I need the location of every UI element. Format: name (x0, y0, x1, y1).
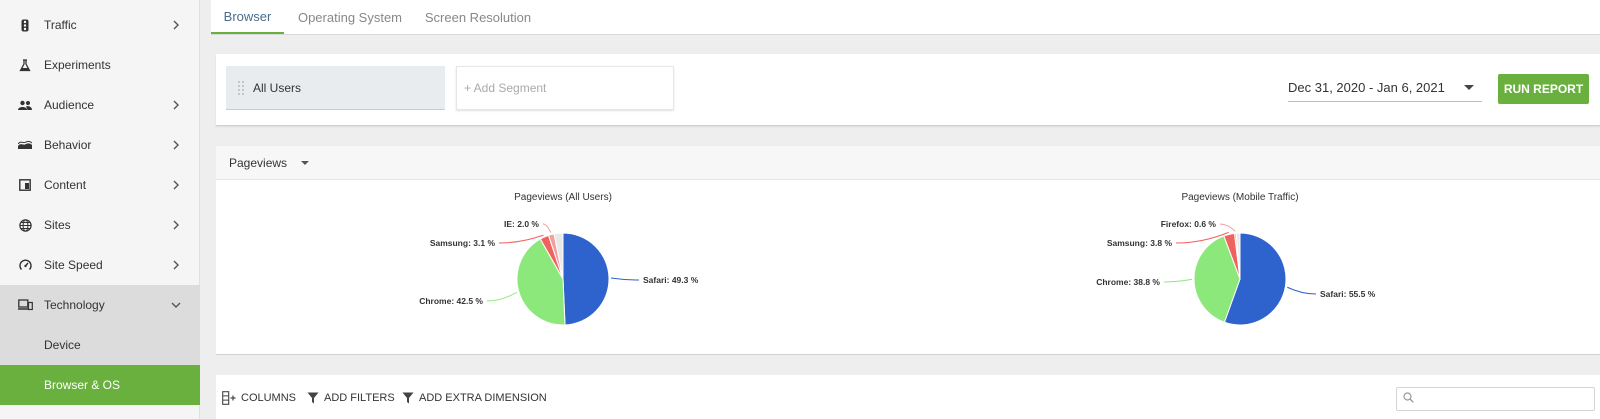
sidebar-item-traffic[interactable]: Traffic (0, 5, 200, 45)
people-icon (16, 96, 34, 114)
chevron-right-icon (166, 260, 186, 270)
sidebar-item-audience[interactable]: Audience (0, 85, 200, 125)
sidebar-item-sites[interactable]: Sites (0, 205, 200, 245)
metric-selector-label: Pageviews (229, 155, 288, 170)
slice-label: Samsung: 3.8 % (1107, 238, 1173, 248)
devices-icon (16, 296, 34, 314)
chart-title: Pageviews (All Users) (514, 192, 612, 203)
sidebar-item-label: Technology (44, 298, 105, 312)
slice-connector (1163, 278, 1193, 283)
add-extra-dimension-label: ADD EXTRA DIMENSION (419, 392, 547, 404)
columns-icon (222, 391, 236, 405)
table-search-input[interactable] (1396, 387, 1595, 411)
sidebar-item-label: Site Speed (44, 258, 103, 272)
run-report-button[interactable]: RUN REPORT (1498, 74, 1589, 104)
sidebar-item-behavior[interactable]: Behavior (0, 125, 200, 165)
report-tabs: Browser Operating System Screen Resoluti… (211, 0, 1600, 35)
sidebar: Traffic Experiments Audience Behavior Co… (0, 0, 200, 419)
sidebar-item-label: Sites (44, 218, 71, 232)
slice-label: Safari: 49.3 % (643, 275, 699, 285)
slice-label: IE: 2.0 % (504, 219, 539, 229)
add-filters-button[interactable]: ADD FILTERS (307, 389, 395, 407)
flask-icon (16, 56, 34, 74)
add-filters-label: ADD FILTERS (324, 392, 395, 404)
metric-selector[interactable]: Pageviews (216, 146, 1600, 180)
slice-connector (1219, 223, 1236, 232)
tab-screen-resolution[interactable]: Screen Resolution (422, 0, 534, 34)
columns-label: COLUMNS (241, 392, 297, 404)
slice-connector (1287, 286, 1317, 295)
chevron-down-icon (166, 301, 186, 309)
caret-down-icon (1464, 85, 1474, 90)
add-extra-dimension-button[interactable]: ADD EXTRA DIMENSION (402, 389, 547, 407)
table-toolbar: COLUMNS ADD FILTERS ADD EXTRA DIMENSION (216, 375, 1600, 419)
slice-connector (486, 291, 518, 302)
slice-label: Safari: 55.5 % (1320, 289, 1376, 299)
pie-chart: Pageviews (Mobile Traffic) Safari: 55.5 %… (1096, 192, 1376, 326)
slice-label: Samsung: 3.1 % (430, 238, 496, 248)
columns-button[interactable]: COLUMNS (222, 389, 296, 407)
sidebar-item-label: Audience (44, 98, 95, 112)
slice-connector (610, 277, 640, 281)
chevron-right-icon (166, 220, 186, 230)
add-segment-button[interactable]: + Add Segment (456, 66, 674, 110)
slice-label: Firefox: 0.6 % (1161, 219, 1217, 229)
sidebar-item-content[interactable]: Content (0, 165, 200, 205)
chevron-right-icon (166, 140, 186, 150)
chart-title: Pageviews (Mobile Traffic) (1181, 192, 1298, 203)
sidebar-subitem-browser-os[interactable]: Browser & OS (0, 365, 200, 405)
date-range-value: Dec 31, 2020 - Jan 6, 2021 (1288, 80, 1445, 95)
filter-icon (307, 392, 319, 404)
pie-chart: Pageviews (All Users) Safari: 49.3 % Chrom… (419, 192, 699, 326)
sidebar-subitem-label: Browser & OS (44, 378, 121, 392)
tab-browser[interactable]: Browser (211, 0, 284, 34)
sidebar-subitem-device[interactable]: Device (0, 325, 200, 365)
sidebar-item-site-speed[interactable]: Site Speed (0, 245, 200, 285)
chart-panel: Pageviews Pageviews (All Users) Safari: 4… (216, 146, 1600, 355)
search-icon (1403, 390, 1414, 408)
slice-label: Chrome: 42.5 % (419, 296, 483, 306)
slice-connector (542, 223, 552, 233)
sidebar-item-label: Traffic (44, 18, 77, 32)
chevron-right-icon (166, 100, 186, 110)
content-icon (16, 176, 34, 194)
slice-label: Chrome: 38.8 % (1096, 277, 1160, 287)
tab-operating-system[interactable]: Operating System (295, 0, 405, 34)
traffic-light-icon (16, 16, 34, 34)
segment-bar: All Users + Add Segment Dec 31, 2020 - J… (216, 54, 1600, 126)
sidebar-subitem-label: Device (44, 338, 81, 352)
pie-slice[interactable] (562, 232, 610, 326)
date-range-selector[interactable]: Dec 31, 2020 - Jan 6, 2021 (1288, 74, 1482, 102)
chevron-right-icon (166, 20, 186, 30)
segment-label: All Users (253, 80, 302, 95)
pie-charts: Pageviews (All Users) Safari: 49.3 % Chrom… (419, 192, 1376, 326)
sidebar-item-technology[interactable]: Technology (0, 285, 200, 325)
drag-handle-icon[interactable] (237, 80, 245, 96)
sidebar-item-label: Content (44, 178, 87, 192)
sidebar-item-label: Behavior (44, 138, 92, 152)
caret-down-icon (301, 160, 310, 165)
wave-icon (16, 136, 34, 154)
segment-all-users[interactable]: All Users (226, 66, 445, 110)
filter-icon (402, 392, 414, 404)
chevron-right-icon (166, 180, 186, 190)
sidebar-item-experiments[interactable]: Experiments (0, 45, 200, 85)
globe-icon (16, 216, 34, 234)
speedometer-icon (16, 256, 34, 274)
sidebar-item-label: Experiments (44, 58, 111, 72)
